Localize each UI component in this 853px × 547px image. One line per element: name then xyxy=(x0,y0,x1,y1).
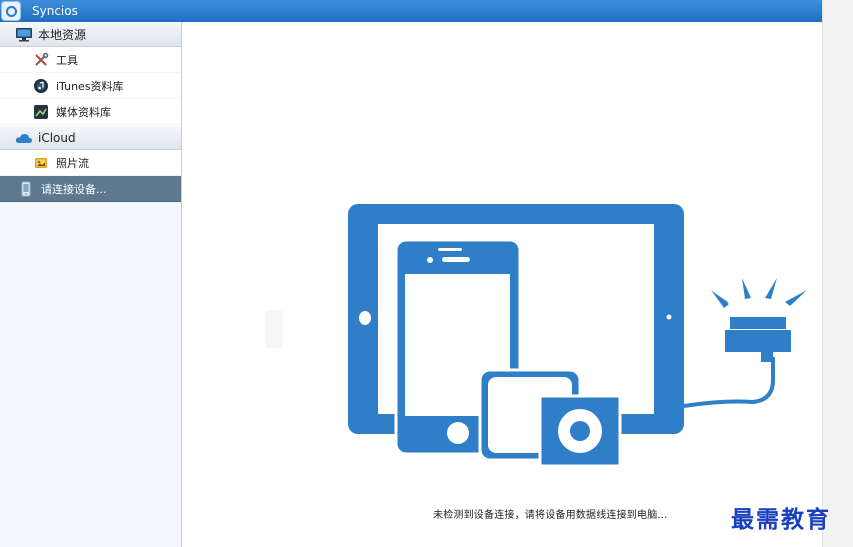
main-content: 未检测到设备连接，请将设备用数据线连接到电脑... xyxy=(183,22,822,547)
sidebar-group-icloud[interactable]: iCloud xyxy=(0,125,181,150)
tools-icon xyxy=(33,52,49,68)
ghost-graphic xyxy=(265,310,283,348)
sidebar-item-tools[interactable]: 工具 xyxy=(0,47,181,73)
sidebar-item-media-library[interactable]: 媒体资料库 xyxy=(0,99,181,125)
sidebar-group-label: 本地资源 xyxy=(38,28,87,42)
sidebar-item-label: iTunes资料库 xyxy=(56,79,124,93)
device-icon xyxy=(18,181,34,197)
sidebar-item-label: 照片流 xyxy=(56,156,89,170)
app-title: Syncios xyxy=(32,4,78,18)
sidebar-item-label: 媒体资料库 xyxy=(56,105,111,119)
sidebar-group-label: iCloud xyxy=(38,130,76,145)
media-icon xyxy=(33,104,49,120)
sidebar-group-local-resources[interactable]: 本地资源 xyxy=(0,22,181,47)
title-bar: Syncios xyxy=(0,0,822,22)
sidebar-item-label: 工具 xyxy=(56,53,78,67)
photo-stream-icon xyxy=(33,155,49,171)
sidebar-item-itunes-library[interactable]: iTunes资料库 xyxy=(0,73,181,99)
no-device-message: 未检测到设备连接，请将设备用数据线连接到电脑... xyxy=(433,510,668,521)
connect-device-illustration-icon xyxy=(348,204,807,468)
app-logo-icon xyxy=(1,1,21,21)
sidebar: 本地资源 工具 iTunes资料库 媒体资料库 iCloud 照片流 请连接设备… xyxy=(0,22,182,547)
sidebar-item-connect-device[interactable]: 请连接设备... xyxy=(0,176,181,202)
cloud-icon xyxy=(14,130,34,146)
right-gutter xyxy=(822,0,853,547)
itunes-icon xyxy=(33,78,49,94)
app-window: Syncios 本地资源 工具 iTunes资料库 媒体资料库 iCloud 照… xyxy=(0,0,822,547)
monitor-icon xyxy=(14,27,34,43)
sidebar-item-label: 请连接设备... xyxy=(41,182,107,196)
watermark: 最需教育 xyxy=(731,506,831,533)
sidebar-item-photo-stream[interactable]: 照片流 xyxy=(0,150,181,176)
